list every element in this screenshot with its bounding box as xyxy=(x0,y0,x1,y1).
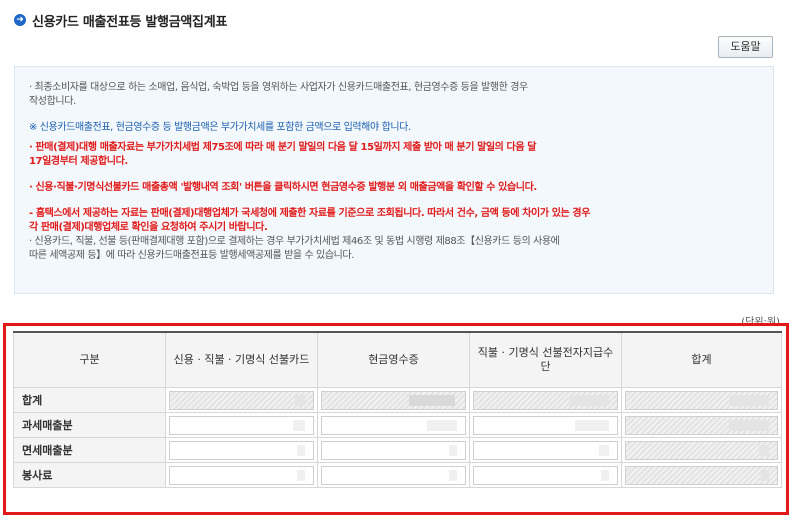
cash-taxable-input[interactable] xyxy=(321,415,466,435)
cash-service-input[interactable] xyxy=(321,465,466,485)
column-header: 현금영수증 xyxy=(317,331,470,388)
amount-table: 구분 신용 · 직불 · 기명식 선불카드 현금영수증 직불 · 기명식 선불전… xyxy=(13,331,782,488)
table-row: 면세매출분 xyxy=(13,437,782,463)
grand-total-field xyxy=(625,390,778,410)
epay-service-input[interactable] xyxy=(473,465,618,485)
column-header: 직불 · 기명식 선불전자지급수단 xyxy=(469,331,622,388)
table-header-row: 구분 신용 · 직불 · 기명식 선불카드 현금영수증 직불 · 기명식 선불전… xyxy=(13,331,782,388)
card-exempt-input[interactable] xyxy=(169,440,314,460)
card-total-field xyxy=(169,390,314,410)
notice-line: 17일경부터 제공합니다. xyxy=(29,156,128,167)
column-header: 합계 xyxy=(621,331,782,388)
epay-exempt-input[interactable] xyxy=(473,440,618,460)
notice-line: · 판매(결제)대행 매출자료는 부가가치세법 제75조에 따라 매 분기 말일… xyxy=(29,142,537,153)
card-service-input[interactable] xyxy=(169,465,314,485)
epay-total-field xyxy=(473,390,618,410)
notice-box: · 최종소비자를 대상으로 하는 소매업, 음식업, 숙박업 등을 영위하는 사… xyxy=(14,66,774,294)
service-total-field xyxy=(625,465,778,485)
taxable-total-field xyxy=(625,415,778,435)
notice-line: · 신용카드, 직불, 선불 등(판매결제대행 포함)으로 결제하는 경우 부가… xyxy=(29,236,560,247)
table-row: 과세매출분 xyxy=(13,412,782,438)
row-label: 면세매출분 xyxy=(13,437,166,463)
card-taxable-input[interactable] xyxy=(169,415,314,435)
table-row: 합계 xyxy=(13,387,782,413)
notice-line: · 신용·직불·기명식선불카드 매출총액 '발행내역 조회' 버튼을 클릭하시면… xyxy=(29,182,537,193)
arrow-circle-icon: ➜ xyxy=(14,14,26,26)
notice-line: · 최종소비자를 대상으로 하는 소매업, 음식업, 숙박업 등을 영위하는 사… xyxy=(29,82,528,93)
row-label: 합계 xyxy=(13,387,166,413)
row-label: 봉사료 xyxy=(13,462,166,488)
cash-total-field xyxy=(321,390,466,410)
exempt-total-field xyxy=(625,440,778,460)
row-label: 과세매출분 xyxy=(13,412,166,438)
page-title: 신용카드 매출전표등 발행금액집계표 xyxy=(32,14,228,30)
notice-line: 작성합니다. xyxy=(29,96,76,107)
notice-line: - 홈택스에서 제공하는 자료는 판매(결제)대행업체가 국세청에 제출한 자료… xyxy=(29,208,590,219)
cash-exempt-input[interactable] xyxy=(321,440,466,460)
notice-line: 따른 세액공제 등】에 따라 신용카드매출전표등 발행세액공제를 받을 수 있습… xyxy=(29,250,355,261)
page-title-row: ➜ 신용카드 매출전표등 발행금액집계표 xyxy=(14,10,227,30)
column-header: 구분 xyxy=(13,331,166,388)
help-button[interactable]: 도움말 xyxy=(718,36,773,58)
notice-line: ※ 신용카드매출전표, 현금영수증 등 발행금액은 부가가치세를 포함한 금액으… xyxy=(29,122,411,133)
notice-line: 각 판매(결제)대행업체로 확인을 요청하여 주시기 바랍니다. xyxy=(29,222,268,233)
table-row: 봉사료 xyxy=(13,462,782,488)
column-header: 신용 · 직불 · 기명식 선불카드 xyxy=(165,331,318,388)
epay-taxable-input[interactable] xyxy=(473,415,618,435)
